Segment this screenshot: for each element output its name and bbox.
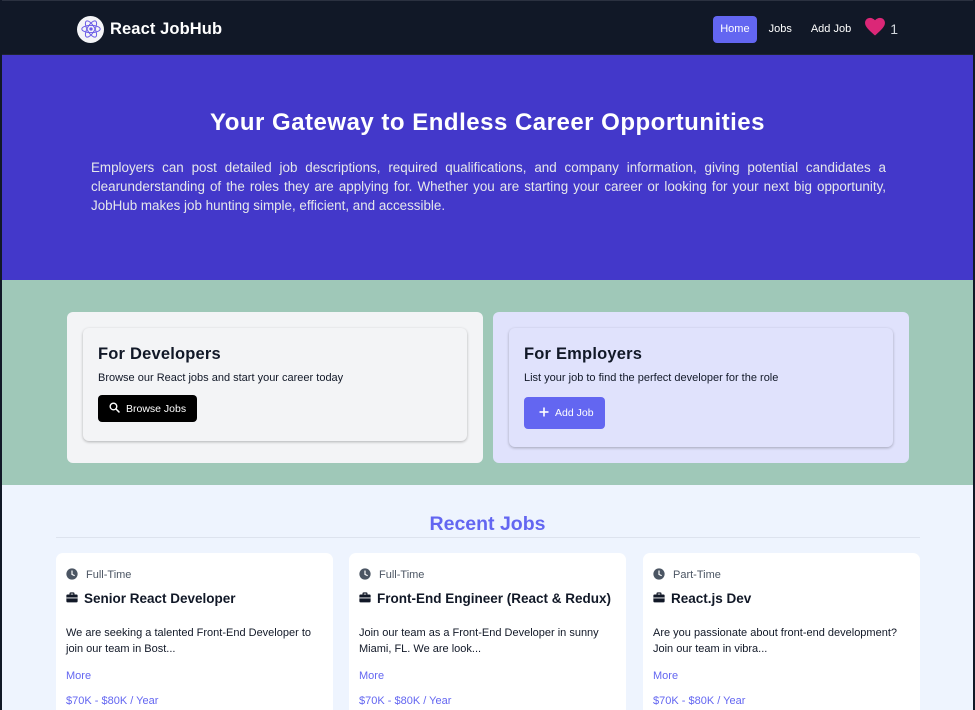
brand-link[interactable]: React JobHub <box>77 15 222 43</box>
job-title-label: Senior React Developer <box>84 591 236 606</box>
employers-card-subtitle: List your job to find the perfect develo… <box>524 372 779 384</box>
job-more-link[interactable]: More <box>66 670 323 682</box>
job-type-label: Full-Time <box>86 569 132 581</box>
briefcase-icon <box>653 591 665 606</box>
job-more-link[interactable]: More <box>359 670 616 682</box>
clock-icon <box>359 567 371 583</box>
job-salary: $70K - $80K / Year <box>653 695 746 707</box>
browse-jobs-button[interactable]: Browse Jobs <box>98 395 198 422</box>
developers-card-title: For Developers <box>98 345 221 363</box>
add-job-button[interactable]: Add Job <box>524 397 605 429</box>
hero-section: Your Gateway to Endless Career Opportuni… <box>0 55 975 280</box>
hero-title: Your Gateway to Endless Career Opportuni… <box>209 109 765 136</box>
nav-link-jobs[interactable]: Jobs <box>762 16 799 43</box>
navbar: React JobHub Home Jobs Add Job 1 <box>0 0 975 55</box>
react-logo-icon <box>77 15 104 43</box>
section-divider <box>56 537 920 538</box>
role-cards-section: For Developers Browse our React jobs and… <box>0 280 975 485</box>
job-type-label: Full-Time <box>379 569 425 581</box>
job-title[interactable]: Front-End Engineer (React & Redux) <box>359 591 616 606</box>
search-icon <box>109 401 120 416</box>
clock-icon <box>66 567 78 583</box>
developers-card-subtitle: Browse our React jobs and start your car… <box>98 372 344 384</box>
job-description: Are you passionate about front-end devel… <box>653 627 897 655</box>
job-description: Join our team as a Front-End Developer i… <box>359 627 599 655</box>
briefcase-icon <box>66 591 78 606</box>
job-description: We are seeking a talented Front-End Deve… <box>66 627 311 655</box>
browse-jobs-label: Browse Jobs <box>126 402 187 415</box>
recent-jobs-title: Recent Jobs <box>429 513 546 535</box>
developers-card: For Developers Browse our React jobs and… <box>83 328 467 441</box>
nav-link-home[interactable]: Home <box>713 15 757 43</box>
add-job-label: Add Job <box>555 407 594 419</box>
job-salary: $70K - $80K / Year <box>66 695 159 707</box>
job-card: Full-Time Front-End Engineer (React & Re… <box>349 553 626 710</box>
developers-card-container: For Developers Browse our React jobs and… <box>67 312 483 463</box>
job-type: Part-Time <box>653 567 910 583</box>
job-type-label: Part-Time <box>673 569 721 581</box>
nav-link-add-job[interactable]: Add Job <box>804 16 858 43</box>
nav-links: Home Jobs Add Job 1 <box>708 15 898 43</box>
employers-card-title: For Employers <box>524 345 643 363</box>
plus-icon <box>539 407 549 420</box>
job-title[interactable]: Senior React Developer <box>66 591 323 606</box>
favorites-count: 1 <box>890 21 898 37</box>
job-card: Part-Time React.js Dev Are you passionat… <box>643 553 920 710</box>
brand-name: React JobHub <box>110 19 223 38</box>
job-type: Full-Time <box>359 567 616 583</box>
employers-card: For Employers List your job to find the … <box>509 328 893 447</box>
employers-card-container: For Employers List your job to find the … <box>493 312 909 463</box>
job-title-label: React.js Dev <box>671 591 752 606</box>
heart-icon <box>864 17 886 41</box>
job-title[interactable]: React.js Dev <box>653 591 910 606</box>
clock-icon <box>653 567 665 583</box>
briefcase-icon <box>359 591 371 606</box>
job-type: Full-Time <box>66 567 323 583</box>
hero-description: Employers can post detailed job descript… <box>91 160 886 213</box>
job-more-link[interactable]: More <box>653 670 910 682</box>
favorites-link[interactable]: 1 <box>864 17 898 41</box>
job-card: Full-Time Senior React Developer We are … <box>56 553 333 710</box>
job-salary: $70K - $80K / Year <box>359 695 452 707</box>
job-title-label: Front-End Engineer (React & Redux) <box>377 591 612 606</box>
recent-jobs-section: Recent Jobs Full-Time Senior React Devel… <box>0 485 975 710</box>
